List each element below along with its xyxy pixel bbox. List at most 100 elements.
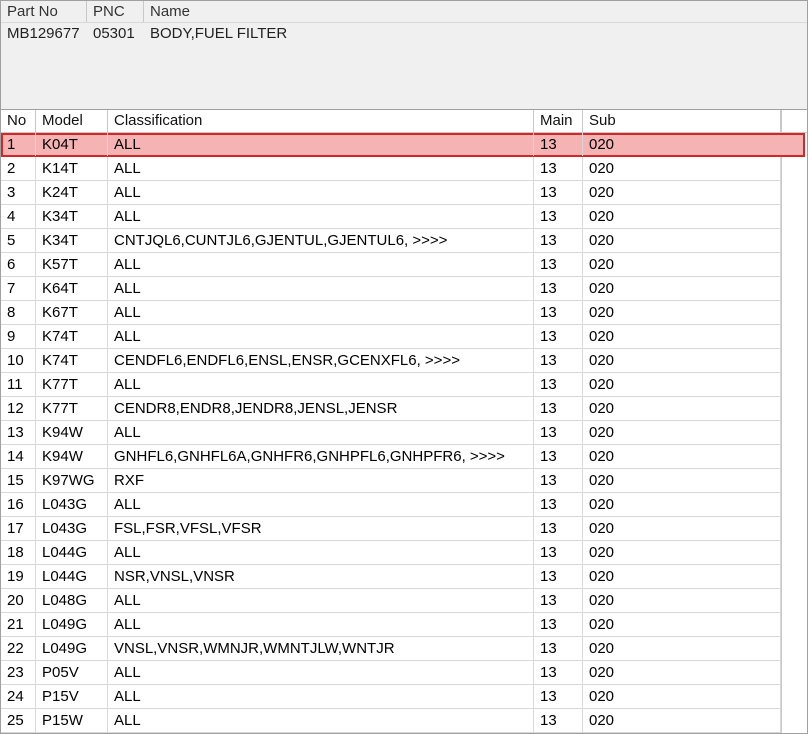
cell-classification: NSR,VNSL,VNSR xyxy=(108,565,534,588)
table-row[interactable]: 21 L049G ALL 13 020 xyxy=(1,613,781,637)
cell-sub: 020 xyxy=(583,445,781,468)
column-header-name[interactable]: Name xyxy=(144,1,807,22)
table-row[interactable]: 11 K77T ALL 13 020 xyxy=(1,373,781,397)
cell-classification: ALL xyxy=(108,325,534,348)
cell-main: 13 xyxy=(534,493,583,516)
table-row[interactable]: 22 L049G VNSL,VNSR,WMNJR,WMNTJLW,WNTJR 13 02… xyxy=(1,637,781,661)
table-row[interactable]: 25 P15W ALL 13 020 xyxy=(1,709,781,733)
cell-model: K34T xyxy=(36,205,108,228)
column-header-pnc[interactable]: PNC xyxy=(87,1,144,22)
table-row[interactable]: 2 K14T ALL 13 020 xyxy=(1,157,781,181)
model-grid[interactable]: No Model Classification Main Sub 1 K04T AL… xyxy=(0,109,808,734)
cell-main: 13 xyxy=(534,589,583,612)
column-header-model[interactable]: Model xyxy=(36,110,108,132)
column-header-part-no[interactable]: Part No xyxy=(1,1,87,22)
cell-sub: 020 xyxy=(583,493,781,516)
cell-sub: 020 xyxy=(583,301,781,324)
cell-model: P05V xyxy=(36,661,108,684)
cell-model: L043G xyxy=(36,493,108,516)
table-row[interactable]: 15 K97WG RXF 13 020 xyxy=(1,469,781,493)
table-row[interactable]: 24 P15V ALL 13 020 xyxy=(1,685,781,709)
model-grid-header: No Model Classification Main Sub xyxy=(1,110,807,133)
cell-classification: ALL xyxy=(108,277,534,300)
cell-model: K74T xyxy=(36,325,108,348)
table-row[interactable]: 12 K77T CENDR8,ENDR8,JENDR8,JENSL,JENSR 13 0… xyxy=(1,397,781,421)
cell-no: 13 xyxy=(1,421,36,444)
cell-model: L048G xyxy=(36,589,108,612)
column-header-classification[interactable]: Classification xyxy=(108,110,534,132)
cell-classification: ALL xyxy=(108,709,534,732)
part-info-row[interactable]: MB129677 05301 BODY,FUEL FILTER xyxy=(1,23,807,45)
cell-sub: 020 xyxy=(583,685,781,708)
cell-model: K64T xyxy=(36,277,108,300)
table-row[interactable]: 23 P05V ALL 13 020 xyxy=(1,661,781,685)
cell-no: 7 xyxy=(1,277,36,300)
cell-no: 6 xyxy=(1,253,36,276)
cell-model: K04T xyxy=(36,133,108,156)
table-row[interactable]: 14 K94W GNHFL6,GNHFL6A,GNHFR6,GNHPFL6,GNHP… xyxy=(1,445,781,469)
cell-sub: 020 xyxy=(583,253,781,276)
column-header-main[interactable]: Main xyxy=(534,110,583,132)
table-row[interactable]: 18 L044G ALL 13 020 xyxy=(1,541,781,565)
table-row[interactable]: 16 L043G ALL 13 020 xyxy=(1,493,781,517)
cell-model: L044G xyxy=(36,541,108,564)
cell-classification: ALL xyxy=(108,421,534,444)
cell-model: P15V xyxy=(36,685,108,708)
cell-main: 13 xyxy=(534,685,583,708)
cell-sub: 020 xyxy=(583,349,781,372)
cell-sub: 020 xyxy=(583,565,781,588)
cell-model: L049G xyxy=(36,637,108,660)
cell-sub: 020 xyxy=(583,277,781,300)
table-row[interactable]: 4 K34T ALL 13 020 xyxy=(1,205,781,229)
cell-main: 13 xyxy=(534,565,583,588)
cell-classification: ALL xyxy=(108,493,534,516)
table-row[interactable]: 3 K24T ALL 13 020 xyxy=(1,181,781,205)
table-row[interactable]: 8 K67T ALL 13 020 xyxy=(1,301,781,325)
cell-no: 15 xyxy=(1,469,36,492)
column-header-sub[interactable]: Sub xyxy=(583,110,781,132)
cell-no: 8 xyxy=(1,301,36,324)
table-row[interactable]: 9 K74T ALL 13 020 xyxy=(1,325,781,349)
cell-model: L044G xyxy=(36,565,108,588)
table-row[interactable]: 6 K57T ALL 13 020 xyxy=(1,253,781,277)
cell-classification: ALL xyxy=(108,661,534,684)
cell-model: K77T xyxy=(36,373,108,396)
cell-model: P15W xyxy=(36,709,108,732)
cell-no: 18 xyxy=(1,541,36,564)
cell-sub: 020 xyxy=(583,661,781,684)
column-header-no[interactable]: No xyxy=(1,110,36,132)
pnc-value: 05301 xyxy=(93,25,135,42)
cell-classification: ALL xyxy=(108,541,534,564)
table-row[interactable]: 20 L048G ALL 13 020 xyxy=(1,589,781,613)
cell-sub: 020 xyxy=(583,157,781,180)
cell-sub: 020 xyxy=(583,421,781,444)
cell-classification: GNHFL6,GNHFL6A,GNHFR6,GNHPFL6,GNHPFR6, >… xyxy=(108,445,534,468)
cell-model: K14T xyxy=(36,157,108,180)
cell-main: 13 xyxy=(534,445,583,468)
table-row[interactable]: 19 L044G NSR,VNSL,VNSR 13 020 xyxy=(1,565,781,589)
table-row-selected[interactable]: 1 K04T ALL 13 020 xyxy=(1,133,805,157)
cell-main: 13 xyxy=(534,613,583,636)
cell-no: 12 xyxy=(1,397,36,420)
cell-no: 5 xyxy=(1,229,36,252)
table-row[interactable]: 13 K94W ALL 13 020 xyxy=(1,421,781,445)
cell-main: 13 xyxy=(534,325,583,348)
cell-no: 19 xyxy=(1,565,36,588)
cell-no: 4 xyxy=(1,205,36,228)
cell-model: K94W xyxy=(36,421,108,444)
table-row[interactable]: 7 K64T ALL 13 020 xyxy=(1,277,781,301)
cell-classification: ALL xyxy=(108,157,534,180)
cell-classification: FSL,FSR,VFSL,VFSR xyxy=(108,517,534,540)
cell-no: 3 xyxy=(1,181,36,204)
cell-sub: 020 xyxy=(583,397,781,420)
cell-classification: CNTJQL6,CUNTJL6,GJENTUL,GJENTUL6, >>>> xyxy=(108,229,534,252)
table-row[interactable]: 17 L043G FSL,FSR,VFSL,VFSR 13 020 xyxy=(1,517,781,541)
cell-classification: ALL xyxy=(108,685,534,708)
cell-main: 13 xyxy=(534,205,583,228)
table-row[interactable]: 10 K74T CENDFL6,ENDFL6,ENSL,ENSR,GCENXFL6,… xyxy=(1,349,781,373)
cell-sub: 020 xyxy=(589,136,615,153)
table-row[interactable]: 5 K34T CNTJQL6,CUNTJL6,GJENTUL,GJENTUL6, >… xyxy=(1,229,781,253)
cell-no: 22 xyxy=(1,637,36,660)
cell-no: 21 xyxy=(1,613,36,636)
cell-sub: 020 xyxy=(583,589,781,612)
